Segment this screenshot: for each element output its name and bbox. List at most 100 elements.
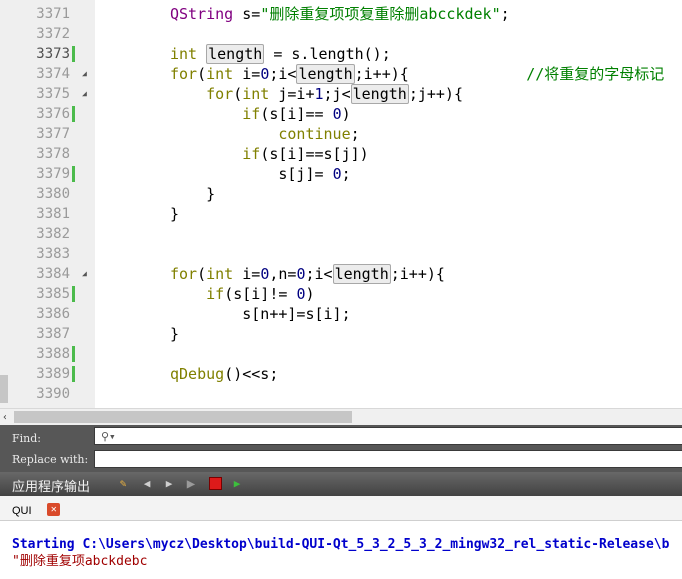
replace-input[interactable] [94,450,682,468]
code-token: int [170,45,198,63]
code-line[interactable] [170,224,682,244]
code-line[interactable]: for(int j=i+1;j< length ;j++){ [170,84,682,104]
code-line[interactable]: int length = s.length(); [170,44,682,64]
code-token: ;i++){ [390,265,445,283]
code-line[interactable] [170,384,682,404]
next-item-icon[interactable]: ▶ [162,477,176,491]
code-token: length [332,264,391,284]
fold-arrow-icon[interactable]: ◢ [82,264,87,284]
code-token: 0 [260,265,270,283]
code-token: s[n++]=s[i]; [170,305,351,323]
line-number: 3381 [36,206,70,222]
code-token: if [206,285,225,303]
code-token: (s[i]== [260,105,333,123]
scroll-left-arrow-icon[interactable]: ‹ [2,410,8,425]
code-token: length [296,64,355,84]
code-token: QString [170,5,234,23]
code-token: ;i++){ [354,65,527,83]
line-number-gutter: 3371 3372 3373 3374 ◢ 3375 ◢ 3376 3377 3378 3379 33… [0,0,95,408]
stop-icon[interactable] [208,477,222,491]
line-number: 3382 [36,226,70,242]
fold-arrow-icon[interactable]: ◢ [82,64,87,84]
line-number: 3373 [36,46,70,62]
vertical-scrollbar-thumb[interactable] [0,375,8,403]
output-line-starting: Starting C:\Users\mycz\Desktop\build-QUI… [12,537,670,552]
close-icon[interactable]: ✕ [47,503,61,516]
line-number: 3376 [36,106,70,122]
code-line[interactable]: s[n++]=s[i]; [170,304,682,324]
code-token: ()<<s; [224,365,279,383]
code-line[interactable]: } [170,184,682,204]
code-token: length [206,44,265,64]
code-editor[interactable]: 3371 3372 3373 3374 ◢ 3375 ◢ 3376 3377 3378 3379 33… [0,0,682,408]
code-line[interactable]: for(int i=0;i< length ;i++){ //将重复的字母标记 [170,64,682,84]
line-number: 3387 [36,326,70,342]
line-number: 3372 [36,26,70,42]
code-line[interactable]: qDebug()<<s; [170,364,682,384]
code-line[interactable]: s[j]= 0; [170,164,682,184]
fold-arrow-icon[interactable]: ◢ [82,84,87,104]
code-token: } [170,205,180,223]
previous-item-icon[interactable]: ◀ [140,477,154,491]
code-token: ( [197,65,207,83]
code-token: //将重复的字母标记 [526,65,665,83]
code-token: for [170,65,198,83]
code-line[interactable]: QString s="删除重复项项复重除删abcckdek"; [170,4,682,24]
code-token: int [206,65,234,83]
code-line[interactable]: continue; [170,124,682,144]
tab-qui-label: QUI [12,505,32,517]
change-marker [72,346,75,362]
application-output[interactable]: Starting C:\Users\mycz\Desktop\build-QUI… [0,521,682,579]
replace-label: Replace with: [12,453,89,466]
code-token: i= [233,265,261,283]
change-marker [72,166,75,182]
code-token: ) [305,285,315,303]
code-token: j=i+ [269,85,315,103]
code-token: i= [233,65,261,83]
find-input[interactable]: ⚲▾ [94,427,682,445]
code-line[interactable]: if(s[i]==s[j]) [170,144,682,164]
code-token: ( [197,265,207,283]
horizontal-scrollbar-thumb[interactable] [14,411,352,423]
code-token: (s[i]!= [224,285,297,303]
run-icon[interactable]: ▶ [184,477,198,491]
line-number: 3390 [36,386,70,402]
code-line[interactable]: if(s[i]== 0) [170,104,682,124]
line-number: 3386 [36,306,70,322]
search-icon[interactable]: ⚲▾ [101,430,116,443]
code-token: 0 [332,165,342,183]
attach-debugger-icon[interactable]: ▶ [230,477,244,491]
code-token: if [242,145,261,163]
code-token: ;i< [305,265,333,283]
code-line[interactable]: for(int i=0,n=0;i< length ;i++){ [170,264,682,284]
line-number: 3378 [36,146,70,162]
code-line[interactable] [170,344,682,364]
code-token: qDebug [170,365,225,383]
code-token: ( [233,85,243,103]
code-token: 1 [314,85,324,103]
code-token: "删除重复项项复重除删abcckdek" [260,5,501,23]
horizontal-scrollbar[interactable]: ‹ [0,408,682,426]
code-line[interactable]: } [170,324,682,344]
code-token: } [170,185,216,203]
code-token: ;i< [269,65,297,83]
clear-output-icon[interactable]: ✎ [116,477,130,491]
change-marker [72,286,75,302]
code-line[interactable]: } [170,204,682,224]
code-token: ; [500,5,510,23]
code-token: for [170,265,198,283]
code-token: ; [350,125,360,143]
line-number: 3388 [36,346,70,362]
code-token: s[j]= [170,165,333,183]
line-number: 3371 [36,6,70,22]
code-line[interactable] [170,24,682,44]
tab-qui[interactable]: QUI ✕ [12,499,61,518]
code-line[interactable] [170,244,682,264]
code-line[interactable]: if(s[i]!= 0) [170,284,682,304]
code-token: } [170,325,180,343]
change-marker [72,106,75,122]
